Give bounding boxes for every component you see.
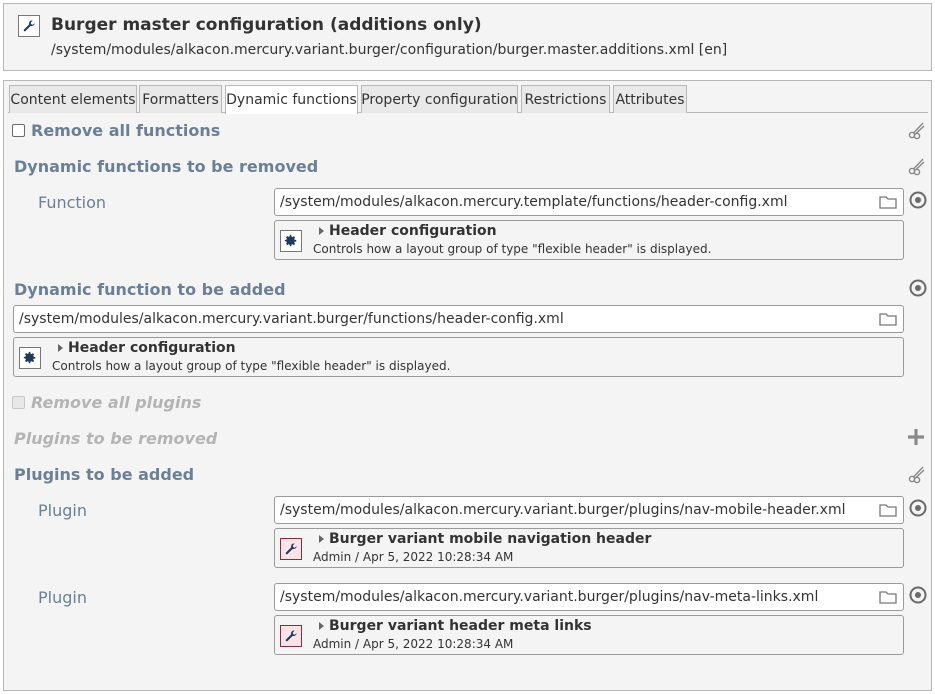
resource-path: /system/modules/alkacon.mercury.variant.… bbox=[51, 42, 728, 58]
function-field-label: Function bbox=[38, 193, 107, 212]
plugin-preview-title: Burger variant mobile navigation header bbox=[329, 531, 652, 547]
plugin-preview-meta: Admin / Apr 5, 2022 10:28:34 AM bbox=[313, 550, 514, 564]
tab-restrictions[interactable]: Restrictions bbox=[521, 85, 610, 113]
expand-caret-icon[interactable] bbox=[58, 344, 63, 352]
tab-attributes[interactable]: Attributes bbox=[613, 85, 687, 113]
wrench-icon bbox=[280, 625, 302, 647]
wrench-icon bbox=[280, 538, 302, 560]
gear-icon bbox=[19, 347, 41, 369]
folder-icon[interactable] bbox=[879, 311, 897, 327]
functions-removed-label: Dynamic functions to be removed bbox=[14, 157, 319, 176]
plugin-field-label: Plugin bbox=[38, 588, 87, 607]
folder-icon[interactable] bbox=[879, 589, 897, 605]
function-path-input[interactable]: /system/modules/alkacon.mercury.template… bbox=[274, 188, 904, 216]
plugins-removed-label: Plugins to be removed bbox=[14, 429, 218, 448]
plugin-path-value: /system/modules/alkacon.mercury.variant.… bbox=[280, 502, 846, 518]
tab-property-configuration[interactable]: Property configuration bbox=[361, 85, 518, 113]
function-added-label: Dynamic function to be added bbox=[14, 280, 286, 299]
remove-all-plugins-label: Remove all plugins bbox=[31, 393, 202, 412]
plugin-path-input[interactable]: /system/modules/alkacon.mercury.variant.… bbox=[274, 496, 904, 524]
plugin-preview-title: Burger variant header meta links bbox=[329, 618, 592, 634]
expand-caret-icon[interactable] bbox=[319, 535, 324, 543]
expand-caret-icon[interactable] bbox=[319, 622, 324, 630]
scissors-icon[interactable] bbox=[907, 156, 927, 176]
folder-icon[interactable] bbox=[879, 502, 897, 518]
expand-caret-icon[interactable] bbox=[319, 227, 324, 235]
wrench-icon bbox=[18, 15, 40, 37]
resource-title: Burger master configuration (additions o… bbox=[51, 15, 482, 35]
function-added-preview-title: Header configuration bbox=[68, 340, 236, 356]
options-circle-icon[interactable] bbox=[909, 586, 927, 604]
folder-icon[interactable] bbox=[879, 194, 897, 210]
function-path-value: /system/modules/alkacon.mercury.template… bbox=[280, 194, 788, 210]
scissors-icon[interactable] bbox=[907, 464, 927, 484]
scissors-icon[interactable] bbox=[907, 120, 927, 140]
function-added-path-input[interactable]: /system/modules/alkacon.mercury.variant.… bbox=[13, 305, 904, 333]
function-preview-description: Controls how a layout group of type "fle… bbox=[313, 242, 712, 256]
remove-all-functions-checkbox[interactable] bbox=[12, 124, 25, 137]
tab-dynamic-functions[interactable]: Dynamic functions bbox=[225, 85, 358, 114]
tab-content-elements[interactable]: Content elements bbox=[9, 85, 137, 113]
plugin-path-value: /system/modules/alkacon.mercury.variant.… bbox=[280, 589, 819, 605]
remove-all-functions-label: Remove all functions bbox=[31, 121, 221, 140]
function-preview-title: Header configuration bbox=[329, 223, 497, 239]
options-circle-icon[interactable] bbox=[909, 499, 927, 517]
options-circle-icon[interactable] bbox=[909, 191, 927, 209]
gear-icon bbox=[280, 230, 302, 252]
remove-all-plugins-checkbox[interactable] bbox=[12, 396, 25, 409]
plugin-field-label: Plugin bbox=[38, 501, 87, 520]
plugins-added-label: Plugins to be added bbox=[14, 465, 195, 484]
function-added-preview-description: Controls how a layout group of type "fle… bbox=[52, 359, 451, 373]
add-icon[interactable] bbox=[906, 427, 926, 447]
function-added-path-value: /system/modules/alkacon.mercury.variant.… bbox=[19, 311, 564, 327]
tab-formatters[interactable]: Formatters bbox=[139, 85, 222, 113]
plugin-preview-meta: Admin / Apr 5, 2022 10:28:34 AM bbox=[313, 637, 514, 651]
resource-header bbox=[3, 3, 932, 71]
plugin-path-input[interactable]: /system/modules/alkacon.mercury.variant.… bbox=[274, 583, 904, 611]
options-circle-icon[interactable] bbox=[909, 279, 927, 297]
